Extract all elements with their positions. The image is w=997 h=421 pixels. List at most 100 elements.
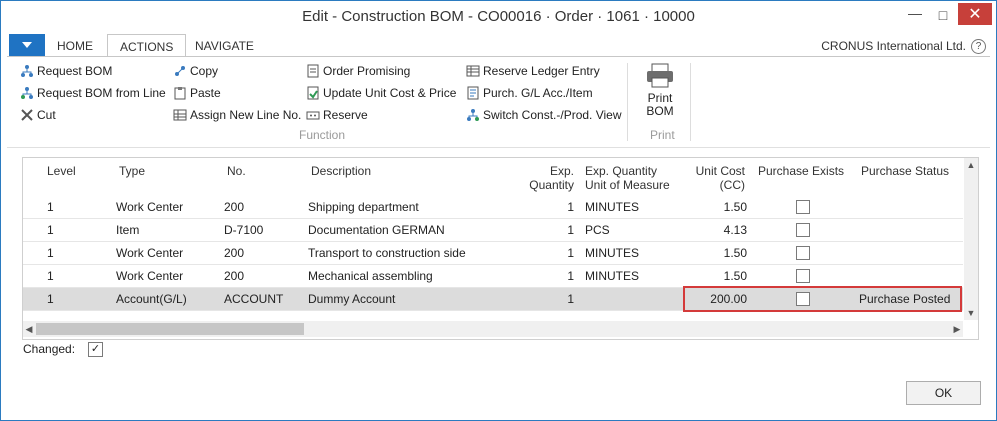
assign-new-line-label: Assign New Line No. [190,108,302,122]
col-header-exp-qty-2: Quantity [529,178,574,192]
cell-uom[interactable]: PCS [585,223,610,237]
table-row[interactable]: 1 Work Center 200 Transport to construction… [23,242,963,265]
cell-description[interactable]: Mechanical assembling [308,269,433,283]
cell-description[interactable]: Shipping department [308,200,419,214]
cell-no[interactable]: D-7100 [224,223,263,237]
table-row[interactable]: 1 Item D-7100 Documentation GERMAN 1 PCS 4.13 [23,219,963,242]
order-promising-label: Order Promising [323,64,411,78]
cell-uom[interactable]: MINUTES [585,269,639,283]
cell-no[interactable]: ACCOUNT [224,292,283,306]
changed-checkbox[interactable]: ✓ [88,342,103,357]
scroll-left-icon[interactable]: ◀ [23,321,35,337]
paste-button[interactable]: Paste [172,84,221,102]
copy-button[interactable]: Copy [172,62,218,80]
scroll-down-icon[interactable]: ▼ [964,306,978,320]
reserve-button[interactable]: Reserve [305,106,368,124]
cell-description[interactable]: Documentation GERMAN [308,223,445,237]
ok-button[interactable]: OK [906,381,981,405]
update-unit-cost-button[interactable]: Update Unit Cost & Price [305,84,456,102]
cell-exp-qty[interactable]: 1 [519,292,574,306]
purchase-exists-checkbox[interactable] [796,200,810,214]
cell-unit-cost[interactable]: 4.13 [685,223,747,237]
print-bom-button[interactable]: Print BOM [634,63,686,135]
printer-icon [647,63,673,88]
cell-exp-qty[interactable]: 1 [519,223,574,237]
tab-navigate[interactable]: NAVIGATE [195,34,254,56]
cell-no[interactable]: 200 [224,200,244,214]
request-bom-from-line-button[interactable]: Request BOM from Line [19,84,166,102]
cell-exp-qty[interactable]: 1 [519,200,574,214]
cell-unit-cost[interactable]: 1.50 [685,269,747,283]
cell-unit-cost[interactable]: 1.50 [685,200,747,214]
order-promising-button[interactable]: Order Promising [305,62,410,80]
tab-actions[interactable]: ACTIONS [107,34,187,57]
tab-home[interactable]: HOME [57,34,93,56]
purchase-exists-checkbox[interactable] [796,223,810,237]
ribbon-tab-bar: HOME ACTIONS NAVIGATE CRONUS Internation… [7,34,990,57]
purchase-exists-checkbox[interactable] [796,246,810,260]
assign-new-line-button[interactable]: Assign New Line No. [172,106,301,124]
purch-gl-item-label: Purch. G/L Acc./Item [483,86,593,100]
vertical-scrollbar[interactable]: ▲ ▼ [964,158,978,320]
cell-level[interactable]: 1 [47,269,54,283]
cut-label: Cut [37,108,56,122]
help-icon[interactable]: ? [971,39,986,54]
horizontal-scrollbar[interactable]: ◀ ▶ [23,321,963,337]
ribbon-separator [690,63,691,141]
assign-line-icon [172,108,187,123]
cell-exp-qty[interactable]: 1 [519,269,574,283]
cell-level[interactable]: 1 [47,292,54,306]
copy-label: Copy [190,64,219,78]
request-bom-button[interactable]: Request BOM [19,62,112,80]
table-row[interactable]: 1 Work Center 200 Mechanical assembling 1 MIN… [23,265,963,288]
cell-level[interactable]: 1 [47,246,54,260]
close-button[interactable]: ✕ [958,3,992,25]
scroll-up-icon[interactable]: ▲ [964,158,978,172]
maximize-button[interactable]: □ [930,4,956,26]
cell-type[interactable]: Work Center [116,246,183,260]
highlight-box [683,286,962,312]
request-bom-icon [19,64,34,79]
cell-type[interactable]: Work Center [116,200,183,214]
cell-uom[interactable]: MINUTES [585,200,639,214]
function-group-label: Function [299,128,346,142]
switch-view-button[interactable]: Switch Const.-/Prod. View [465,106,622,124]
cell-description[interactable]: Transport to construction side [308,246,466,260]
bom-lines-grid: Level Type No. Description Exp. Quantity… [22,157,979,340]
col-header-exp-uom-1: Exp. Quantity [585,164,658,178]
order-promising-icon [305,64,320,79]
reserve-ledger-entry-button[interactable]: Reserve Ledger Entry [465,62,600,80]
copy-icon [172,64,187,79]
col-header-unit-cost-2: (CC) [719,178,745,192]
dropdown-arrow-icon [22,42,32,48]
reserve-ledger-icon [465,64,480,79]
cell-exp-qty[interactable]: 1 [519,246,574,260]
cut-icon [19,108,34,123]
cell-type[interactable]: Account(G/L) [116,292,187,306]
col-header-unit-cost-1: Unit Cost [695,164,745,178]
minimize-button[interactable]: — [902,2,928,24]
cell-type[interactable]: Item [116,223,139,237]
cell-no[interactable]: 200 [224,269,244,283]
cell-level[interactable]: 1 [47,223,54,237]
cell-level[interactable]: 1 [47,200,54,214]
cell-uom[interactable]: MINUTES [585,246,639,260]
scroll-right-icon[interactable]: ▶ [951,321,963,337]
cell-unit-cost[interactable]: 1.50 [685,246,747,260]
cut-button[interactable]: Cut [19,106,56,124]
title-bar: Edit - Construction BOM - CO00016 · Orde… [1,1,996,33]
switch-view-icon [465,108,480,123]
cell-type[interactable]: Work Center [116,269,183,283]
horizontal-scroll-thumb[interactable] [36,323,304,335]
cell-description[interactable]: Dummy Account [308,292,395,306]
request-bom-label: Request BOM [37,64,113,78]
application-menu-button[interactable] [9,34,45,56]
paste-label: Paste [190,86,221,100]
col-header-exp-qty-1: Exp. [549,164,574,178]
purchase-exists-checkbox[interactable] [796,269,810,283]
purch-gl-item-button[interactable]: Purch. G/L Acc./Item [465,84,593,102]
cell-no[interactable]: 200 [224,246,244,260]
table-row[interactable]: 1 Work Center 200 Shipping department 1 MINUT… [23,196,963,219]
ribbon-panel: Request BOM Request BOM from Line Cut Co… [7,56,990,148]
update-unit-cost-label: Update Unit Cost & Price [323,86,457,100]
